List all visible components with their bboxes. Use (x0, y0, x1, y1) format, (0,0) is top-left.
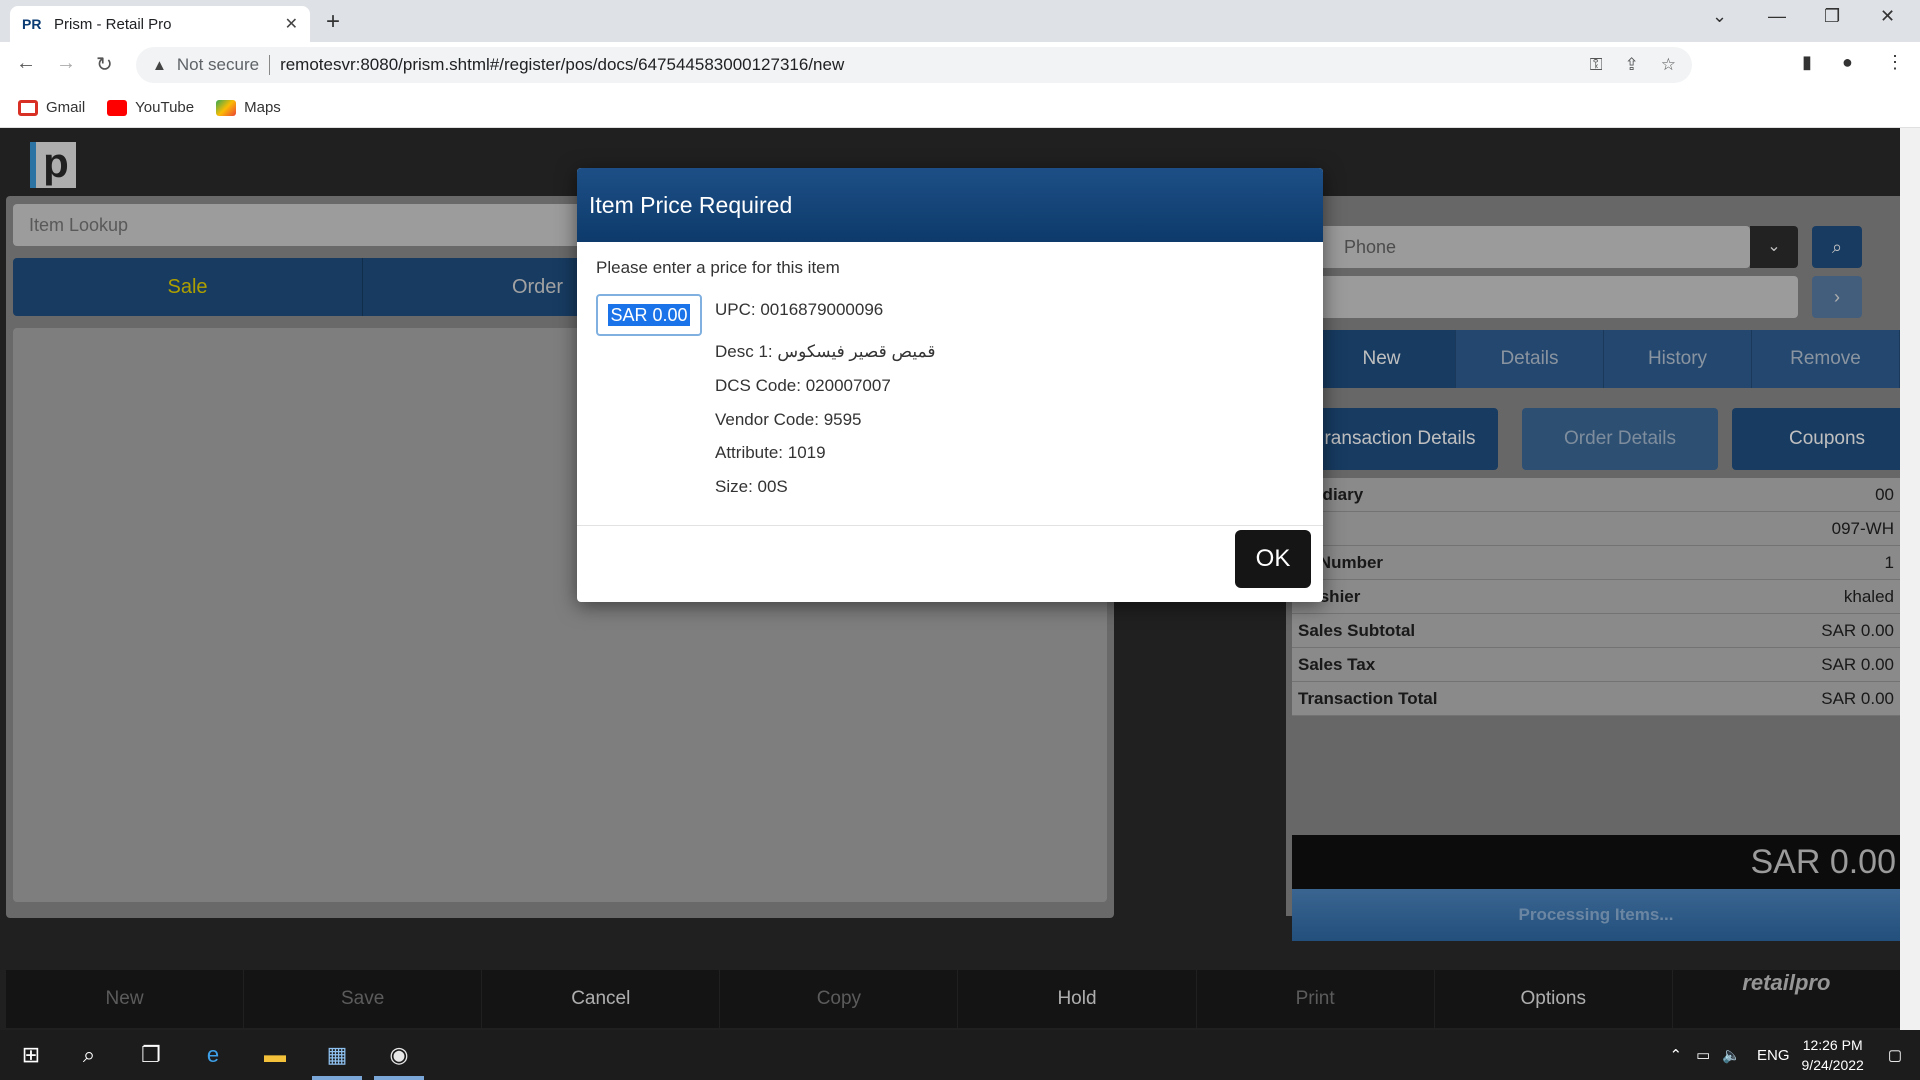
internet-explorer-icon[interactable]: e (198, 1040, 228, 1070)
bookmark-youtube[interactable]: YouTube (107, 99, 194, 116)
chrome-icon[interactable]: ◉ (384, 1040, 414, 1070)
tab-search-icon[interactable]: ⌄ (1712, 6, 1727, 27)
dialog-title: Item Price Required (577, 168, 1323, 242)
dcs-code-label: DCS Code: 020007007 (715, 376, 891, 395)
minimize-icon[interactable]: — (1768, 6, 1786, 27)
browser-tab-bar: PR Prism - Retail Pro ✕ + ⌄ — ❐ ✕ (0, 0, 1920, 42)
url-text[interactable]: remotesvr:8080/prism.shtml#/register/pos… (280, 55, 844, 75)
active-indicator (374, 1076, 424, 1080)
file-explorer-icon[interactable]: ▬ (260, 1040, 290, 1070)
item-price-dialog: Item Price Required Please enter a price… (577, 168, 1323, 602)
tab-title: Prism - Retail Pro (54, 15, 172, 33)
network-icon[interactable]: ▭ (1696, 1046, 1710, 1064)
volume-icon[interactable]: 🔈 (1722, 1046, 1741, 1064)
server-manager-icon[interactable]: ▦ (322, 1040, 352, 1070)
active-indicator (312, 1076, 362, 1080)
notifications-icon[interactable]: ▢ (1888, 1046, 1902, 1064)
ok-button[interactable]: OK (1235, 530, 1311, 588)
close-tab-icon[interactable]: ✕ (285, 14, 298, 34)
window-close-icon[interactable]: ✕ (1880, 6, 1895, 27)
bookmark-gmail[interactable]: Gmail (18, 99, 85, 116)
maps-icon (216, 99, 237, 116)
size-label: Size: 00S (715, 477, 788, 496)
browser-tab[interactable]: PR Prism - Retail Pro ✕ (10, 6, 310, 42)
menu-kebab-icon[interactable]: ⋮ (1886, 52, 1904, 73)
address-bar-row: ← → ↻ ▲ Not secure remotesvr:8080/prism.… (0, 42, 1920, 88)
profile-avatar-icon[interactable]: ● (1842, 52, 1853, 73)
chevron-up-icon[interactable]: ⌃ (1670, 1046, 1683, 1064)
key-icon[interactable]: ⚿ (1590, 55, 1603, 75)
price-input[interactable]: SAR 0.00 (596, 294, 702, 336)
new-tab-icon[interactable]: + (326, 8, 340, 36)
language-indicator[interactable]: ENG (1757, 1047, 1790, 1064)
clock-date: 9/24/2022 (1801, 1057, 1864, 1073)
clock-time: 12:26 PM (1802, 1037, 1863, 1053)
forward-icon[interactable]: → (56, 52, 76, 75)
back-icon[interactable]: ← (16, 52, 36, 75)
task-view-icon[interactable]: ❐ (136, 1040, 166, 1070)
price-input-value[interactable]: SAR 0.00 (608, 304, 690, 326)
youtube-icon (107, 99, 128, 116)
bookmarks-bar: Gmail YouTube Maps (0, 88, 1920, 128)
reload-icon[interactable]: ↻ (96, 52, 113, 77)
prism-favicon-icon: PR (22, 16, 42, 32)
vendor-code-label: Vendor Code: 9595 (715, 410, 862, 429)
maximize-icon[interactable]: ❐ (1824, 6, 1840, 27)
search-icon[interactable]: ⌕ (74, 1040, 104, 1070)
warning-icon: ▲ (152, 56, 167, 74)
bookmark-label: Maps (244, 99, 281, 116)
system-tray: ⌃ ▭ 🔈 ENG 12:26 PM 9/24/2022 ▢ (1670, 1030, 1920, 1080)
desc-label: Desc 1: قميص قصير فيسكوس (715, 342, 936, 361)
star-icon[interactable]: ☆ (1661, 55, 1676, 75)
not-secure-label: Not secure (176, 55, 260, 74)
dialog-prompt: Please enter a price for this item (596, 258, 840, 277)
bookmark-maps[interactable]: Maps (216, 99, 281, 116)
divider (269, 55, 271, 75)
bookmark-label: YouTube (135, 99, 195, 116)
gmail-icon (18, 99, 38, 116)
side-panel-icon[interactable]: ▮ (1802, 52, 1812, 73)
windows-taskbar: ⊞ ⌕ ❐ e ▬ ▦ ◉ ⌃ ▭ 🔈 ENG 12:26 PM 9/24/20… (0, 1030, 1920, 1080)
share-icon[interactable]: ⇪ (1625, 55, 1639, 75)
dialog-body: Please enter a price for this item SAR 0… (577, 242, 1323, 526)
page-scrollbar[interactable] (1900, 128, 1920, 1030)
url-omnibox[interactable]: ▲ Not secure remotesvr:8080/prism.shtml#… (136, 47, 1692, 83)
bookmark-label: Gmail (46, 99, 86, 116)
clock[interactable]: 12:26 PM 9/24/2022 (1802, 1035, 1864, 1075)
windows-start-icon[interactable]: ⊞ (16, 1040, 46, 1070)
upc-label: UPC: 0016879000096 (715, 300, 884, 319)
attribute-label: Attribute: 1019 (715, 443, 826, 462)
